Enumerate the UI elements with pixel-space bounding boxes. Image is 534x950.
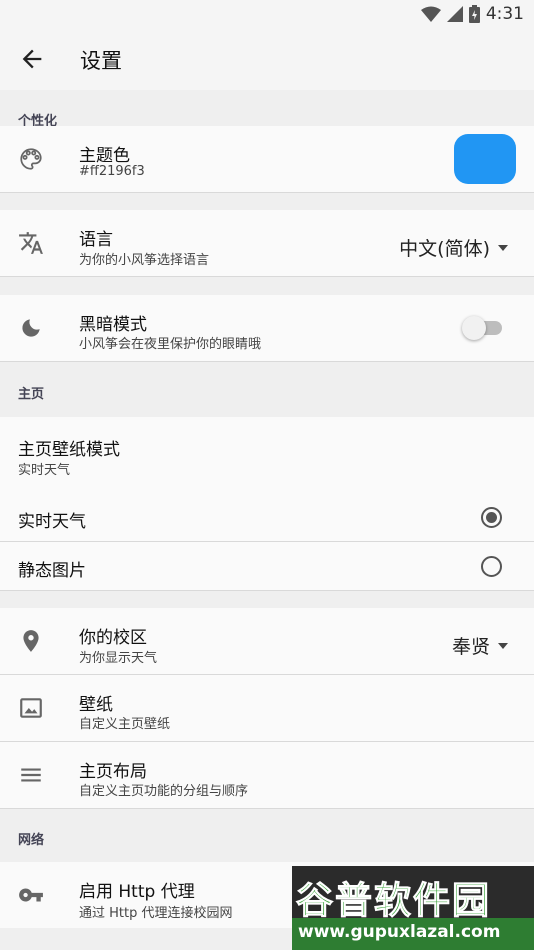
home-layout-title: 主页布局 xyxy=(79,762,147,782)
campus-dropdown[interactable]: 奉贤 xyxy=(452,632,508,659)
language-selected: 中文(简体) xyxy=(399,238,490,260)
watermark-logo: 谷普软件园 www.gupuxlazal.com xyxy=(292,866,534,950)
divider xyxy=(0,361,534,362)
palette-icon xyxy=(20,148,42,170)
radio-button[interactable] xyxy=(481,556,502,577)
translate-icon xyxy=(19,232,43,254)
battery-icon xyxy=(468,5,480,23)
campus-subtitle: 为你显示天气 xyxy=(79,651,158,666)
status-bar: 4:31 xyxy=(0,0,534,28)
wallpaper-mode-group: 主页壁纸模式 实时天气 实时天气 静态图片 xyxy=(0,417,534,590)
divider xyxy=(0,276,534,277)
language-dropdown[interactable]: 中文(简体) xyxy=(399,234,508,261)
wallpaper-option-static-image[interactable]: 静态图片 xyxy=(0,542,534,590)
dark-mode-item[interactable]: 黑暗模式 小风筝会在夜里保护你的眼睛哦 xyxy=(0,295,534,361)
switch-thumb xyxy=(462,316,486,340)
back-arrow-icon[interactable] xyxy=(18,45,46,73)
location-pin-icon xyxy=(23,630,39,652)
theme-color-title: 主题色 xyxy=(79,146,130,166)
theme-color-item[interactable]: 主题色 #ff2196f3 xyxy=(0,126,534,192)
home-settings-group: 你的校区 为你显示天气 奉贤 壁纸 自定义主页壁纸 主页布局 自定义主页功能的分… xyxy=(0,608,534,808)
dark-mode-subtitle: 小风筝会在夜里保护你的眼睛哦 xyxy=(79,337,262,352)
wifi-icon xyxy=(420,6,441,22)
wallpaper-option-live-weather[interactable]: 实时天气 xyxy=(0,493,534,541)
home-layout-item[interactable]: 主页布局 自定义主页功能的分组与顺序 xyxy=(0,742,534,808)
wallpaper-title: 壁纸 xyxy=(79,695,113,715)
watermark-url: www.gupuxlazal.com xyxy=(298,922,501,942)
radio-button[interactable] xyxy=(481,507,502,528)
section-header-home: 主页 xyxy=(18,387,45,402)
campus-item[interactable]: 你的校区 为你显示天气 奉贤 xyxy=(0,608,534,674)
home-layout-subtitle: 自定义主页功能的分组与顺序 xyxy=(79,784,249,799)
campus-title: 你的校区 xyxy=(79,628,147,648)
option-label: 静态图片 xyxy=(18,561,86,581)
wallpaper-subtitle: 自定义主页壁纸 xyxy=(79,717,171,732)
watermark-text: 谷普软件园 xyxy=(296,879,491,923)
wallpaper-mode-header: 主页壁纸模式 实时天气 xyxy=(0,417,534,491)
http-proxy-subtitle: 通过 Http 代理连接校园网 xyxy=(79,906,233,921)
divider xyxy=(0,590,534,591)
signal-icon xyxy=(446,6,463,22)
caret-down-icon xyxy=(498,244,508,251)
status-time: 4:31 xyxy=(485,4,524,24)
dark-mode-title: 黑暗模式 xyxy=(79,315,147,335)
language-item[interactable]: 语言 为你的小风筝选择语言 中文(简体) xyxy=(0,210,534,276)
option-label: 实时天气 xyxy=(18,512,86,532)
divider xyxy=(0,808,534,809)
language-subtitle: 为你的小风筝选择语言 xyxy=(79,253,210,268)
dark-mode-switch[interactable] xyxy=(462,316,502,340)
menu-lines-icon xyxy=(21,768,41,782)
image-icon xyxy=(20,698,42,718)
wallpaper-item[interactable]: 壁纸 自定义主页壁纸 xyxy=(0,675,534,741)
key-icon xyxy=(19,888,43,902)
campus-selected: 奉贤 xyxy=(451,636,490,658)
moon-icon xyxy=(22,319,40,337)
caret-down-icon xyxy=(498,642,508,649)
theme-color-swatch[interactable] xyxy=(454,134,516,184)
wallpaper-mode-title: 主页壁纸模式 xyxy=(18,440,120,460)
section-header-network: 网络 xyxy=(18,833,45,848)
page-title: 设置 xyxy=(80,49,122,73)
app-bar: 设置 xyxy=(0,28,534,90)
divider xyxy=(0,192,534,193)
http-proxy-title: 启用 Http 代理 xyxy=(79,882,195,902)
wallpaper-mode-subtitle: 实时天气 xyxy=(18,463,71,478)
theme-color-value: #ff2196f3 xyxy=(79,164,145,179)
language-title: 语言 xyxy=(79,230,113,250)
